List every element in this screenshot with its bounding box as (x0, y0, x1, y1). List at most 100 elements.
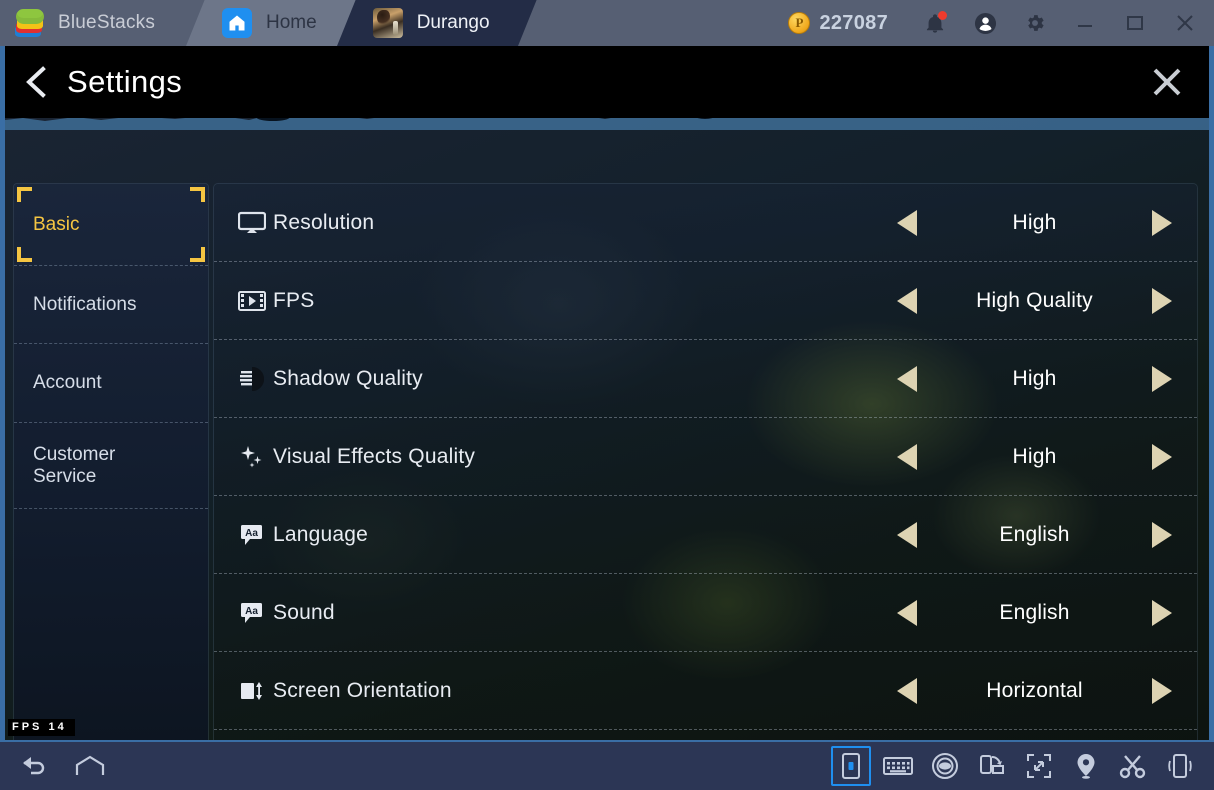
rotate-button[interactable] (972, 746, 1012, 786)
arrow-left-icon[interactable] (897, 677, 917, 704)
screen-right-border (1209, 46, 1214, 740)
setting-value: High (1012, 210, 1057, 234)
orientation-icon (231, 678, 273, 704)
arrow-right-icon[interactable] (1152, 365, 1172, 392)
coin-amount: 227087 (819, 11, 888, 34)
nav-buttons (0, 746, 110, 786)
arrow-left-icon[interactable] (897, 521, 917, 548)
location-button[interactable] (1066, 746, 1106, 786)
sparkles-icon (231, 444, 273, 470)
shake-device-icon (1168, 754, 1192, 778)
arrow-right-icon[interactable] (1152, 443, 1172, 470)
arrow-right-icon[interactable] (1152, 599, 1172, 626)
vertical-key-mapping-button[interactable] (831, 746, 871, 786)
arrow-left-icon[interactable] (897, 365, 917, 392)
arrow-right-icon[interactable] (1152, 209, 1172, 236)
tab-home[interactable]: Home (186, 0, 364, 46)
page-title: Settings (67, 64, 183, 99)
arrow-left-icon[interactable] (897, 287, 917, 314)
close-icon (1153, 68, 1181, 96)
cut-button[interactable] (1113, 746, 1153, 786)
tab-durango-label: Durango (416, 12, 490, 33)
arrow-right-icon[interactable] (1152, 521, 1172, 548)
setting-stepper: High Quality (897, 287, 1197, 314)
setting-stepper: English (897, 599, 1197, 626)
back-button[interactable] (5, 64, 67, 100)
svg-text:Aa: Aa (245, 528, 258, 539)
home-icon (222, 8, 252, 38)
maximize-button[interactable] (1110, 0, 1160, 46)
setting-stepper: English (897, 521, 1197, 548)
sidebar-item-customer-service[interactable]: Customer Service (14, 423, 208, 509)
setting-value: Horizontal (986, 678, 1083, 702)
monitor-icon (231, 211, 273, 235)
fps-counter: FPS 14 (8, 719, 75, 736)
toolbar-tools (831, 746, 1214, 786)
sidebar-item-basic[interactable]: Basic (14, 184, 208, 266)
notification-badge (938, 11, 947, 20)
minimize-icon (1078, 25, 1092, 27)
tab-durango[interactable]: Durango (336, 0, 537, 46)
close-icon (1177, 15, 1193, 31)
arrow-left-icon[interactable] (897, 209, 917, 236)
arrow-right-icon[interactable] (1152, 287, 1172, 314)
setting-row-shadow-quality: Shadow Quality High (214, 340, 1197, 418)
setting-label: Shadow Quality (273, 366, 423, 390)
arrow-left-icon[interactable] (897, 443, 917, 470)
user-avatar-icon (974, 12, 996, 34)
setting-value: English (999, 600, 1070, 624)
text-bubble-icon: Aa (231, 601, 273, 625)
shake-button[interactable] (1160, 746, 1200, 786)
setting-stepper: High (897, 209, 1197, 236)
sidebar-item-label: Notifications (33, 293, 137, 315)
minimize-button[interactable] (1060, 0, 1110, 46)
setting-value: High (1012, 444, 1057, 468)
setting-row-fps: FPS High Quality (214, 262, 1197, 340)
setting-label: Resolution (273, 210, 375, 234)
home-button[interactable] (70, 746, 110, 786)
sidebar-item-label: Customer Service (33, 443, 116, 487)
sidebar-item-label: Account (33, 372, 102, 393)
close-button[interactable] (1160, 0, 1210, 46)
notifications-button[interactable] (910, 0, 960, 46)
settings-panel: Resolution High FPS High Quality Shadow … (214, 184, 1197, 740)
setting-label: Language (273, 522, 369, 546)
back-button[interactable] (14, 746, 54, 786)
setting-row-language: Aa Language English (214, 496, 1197, 574)
account-button[interactable] (960, 0, 1010, 46)
durango-app-icon (372, 8, 403, 38)
setting-value: High Quality (976, 288, 1093, 312)
setting-value: High (1012, 366, 1057, 390)
window-titlebar: BlueStacks Home Durango P 227087 (0, 0, 1214, 46)
location-pin-icon (1077, 754, 1095, 779)
arrow-right-icon[interactable] (1152, 677, 1172, 704)
eye-icon (932, 753, 958, 779)
setting-stepper: High (897, 443, 1197, 470)
settings-close-button[interactable] (1149, 64, 1185, 100)
eye-button[interactable] (925, 746, 965, 786)
settings-button[interactable] (1010, 0, 1060, 46)
arrow-left-icon[interactable] (897, 599, 917, 626)
brand-label: BlueStacks (58, 12, 156, 33)
fullscreen-button[interactable] (1019, 746, 1059, 786)
rotate-screen-icon (980, 755, 1004, 774)
setting-row-sound: Aa Sound English (214, 574, 1197, 652)
tab-home-label: Home (266, 12, 317, 33)
sidebar-item-label: Basic (33, 213, 80, 235)
app-tabs: Home Durango (186, 0, 537, 46)
sidebar-item-account[interactable]: Account (14, 344, 208, 423)
back-arrow-icon (23, 757, 45, 775)
setting-row-screen-orientation: Screen Orientation Horizontal (214, 652, 1197, 730)
film-icon (231, 290, 273, 312)
settings-sidebar: Basic Notifications Account Customer Ser… (14, 184, 208, 740)
android-screen: Settings Basic Notifications Account Cus… (0, 46, 1214, 740)
sidebar-item-notifications[interactable]: Notifications (14, 266, 208, 344)
keyboard-controls-button[interactable] (878, 746, 918, 786)
setting-row-visual-effects-quality: Visual Effects Quality High (214, 418, 1197, 496)
coin-balance[interactable]: P 227087 (788, 12, 888, 35)
setting-label: FPS (273, 288, 315, 312)
gear-icon (1028, 15, 1044, 31)
contrast-icon (231, 366, 273, 392)
scissors-icon (1119, 755, 1146, 779)
setting-stepper: High (897, 365, 1197, 392)
